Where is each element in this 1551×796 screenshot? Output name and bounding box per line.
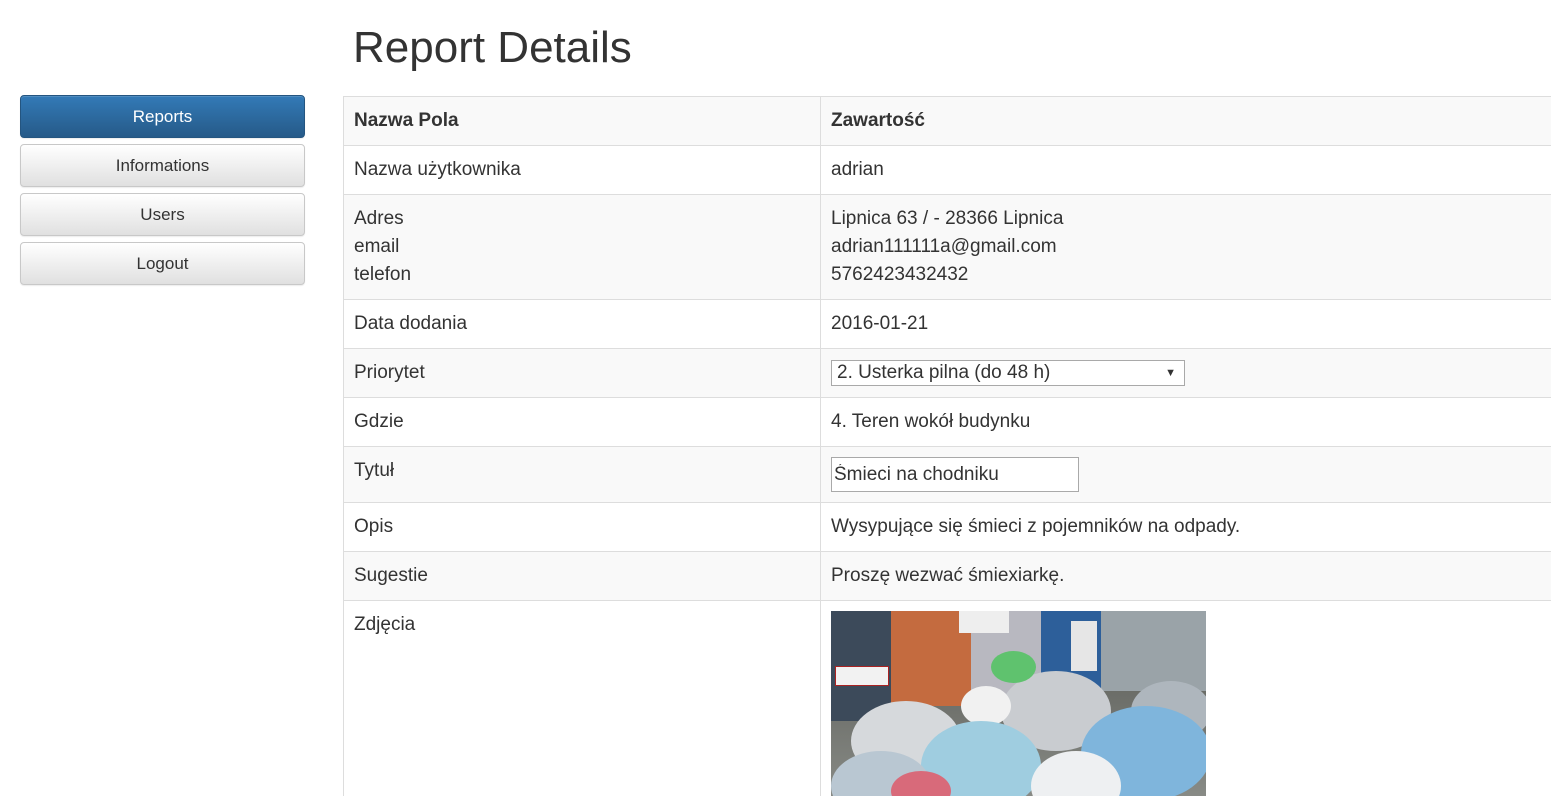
table-row-date-added: Data dodania 2016-01-21 (343, 299, 1551, 349)
page-title: Report Details (353, 23, 632, 72)
table-row-username: Nazwa użytkownika adrian (343, 145, 1551, 195)
photo-detail (835, 666, 889, 686)
username-label: Nazwa użytkownika (343, 145, 821, 195)
header-field-name: Nazwa Pola (343, 96, 821, 146)
username-value: adrian (820, 145, 1551, 195)
photos-label: Zdjęcia (343, 600, 821, 796)
description-value: Wysypujące się śmieci z pojemników na od… (820, 502, 1551, 552)
sidebar-nav: Reports Informations Users Logout (20, 95, 305, 291)
where-label: Gdzie (343, 397, 821, 447)
address-label: Adres (354, 208, 404, 229)
report-photo[interactable] (831, 611, 1206, 796)
priority-select[interactable]: 2. Usterka pilna (do 48 h) ▼ (831, 360, 1185, 386)
photo-detail (959, 611, 1009, 633)
email-label: email (354, 236, 400, 257)
contact-labels: Adres email telefon (343, 194, 821, 300)
report-details-table: Nazwa Pola Zawartość Nazwa użytkownika a… (343, 96, 1551, 796)
priority-selected-value: 2. Usterka pilna (do 48 h) (837, 362, 1051, 383)
table-row-priority: Priorytet 2. Usterka pilna (do 48 h) ▼ (343, 348, 1551, 398)
phone-value: 5762423432432 (831, 264, 969, 285)
title-input[interactable] (831, 457, 1079, 492)
contact-values: Lipnica 63 / - 28366 Lipnica adrian11111… (820, 194, 1551, 300)
suggestions-label: Sugestie (343, 551, 821, 601)
page: Report Details Reports Informations User… (0, 0, 1551, 796)
sidebar-item-users[interactable]: Users (20, 193, 305, 236)
table-row-description: Opis Wysypujące się śmieci z pojemników … (343, 502, 1551, 552)
title-label: Tytuł (343, 446, 821, 503)
date-added-value: 2016-01-21 (820, 299, 1551, 349)
table-row-where: Gdzie 4. Teren wokół budynku (343, 397, 1551, 447)
sidebar-item-reports[interactable]: Reports (20, 95, 305, 138)
photo-detail (1101, 611, 1206, 691)
phone-label: telefon (354, 264, 412, 285)
suggestions-value: Proszę wezwać śmiexiarkę. (820, 551, 1551, 601)
photo-detail (991, 651, 1036, 683)
email-value: adrian111111a@gmail.com (831, 236, 1057, 257)
description-label: Opis (343, 502, 821, 552)
dropdown-arrow-icon: ▼ (1165, 367, 1176, 379)
table-row-contact: Adres email telefon Lipnica 63 / - 28366… (343, 194, 1551, 300)
priority-label: Priorytet (343, 348, 821, 398)
date-added-label: Data dodania (343, 299, 821, 349)
photos-cell (820, 600, 1551, 796)
photo-detail (961, 686, 1011, 726)
address-value: Lipnica 63 / - 28366 Lipnica (831, 208, 1064, 229)
title-cell (820, 446, 1551, 503)
photo-detail (1071, 621, 1097, 671)
table-header-row: Nazwa Pola Zawartość (343, 96, 1551, 146)
header-content: Zawartość (820, 96, 1551, 146)
sidebar-item-informations[interactable]: Informations (20, 144, 305, 187)
sidebar-item-logout[interactable]: Logout (20, 242, 305, 285)
table-row-title: Tytuł (343, 446, 1551, 503)
table-row-photos: Zdjęcia (343, 600, 1551, 796)
priority-cell: 2. Usterka pilna (do 48 h) ▼ (820, 348, 1551, 398)
table-row-suggestions: Sugestie Proszę wezwać śmiexiarkę. (343, 551, 1551, 601)
where-value: 4. Teren wokół budynku (820, 397, 1551, 447)
